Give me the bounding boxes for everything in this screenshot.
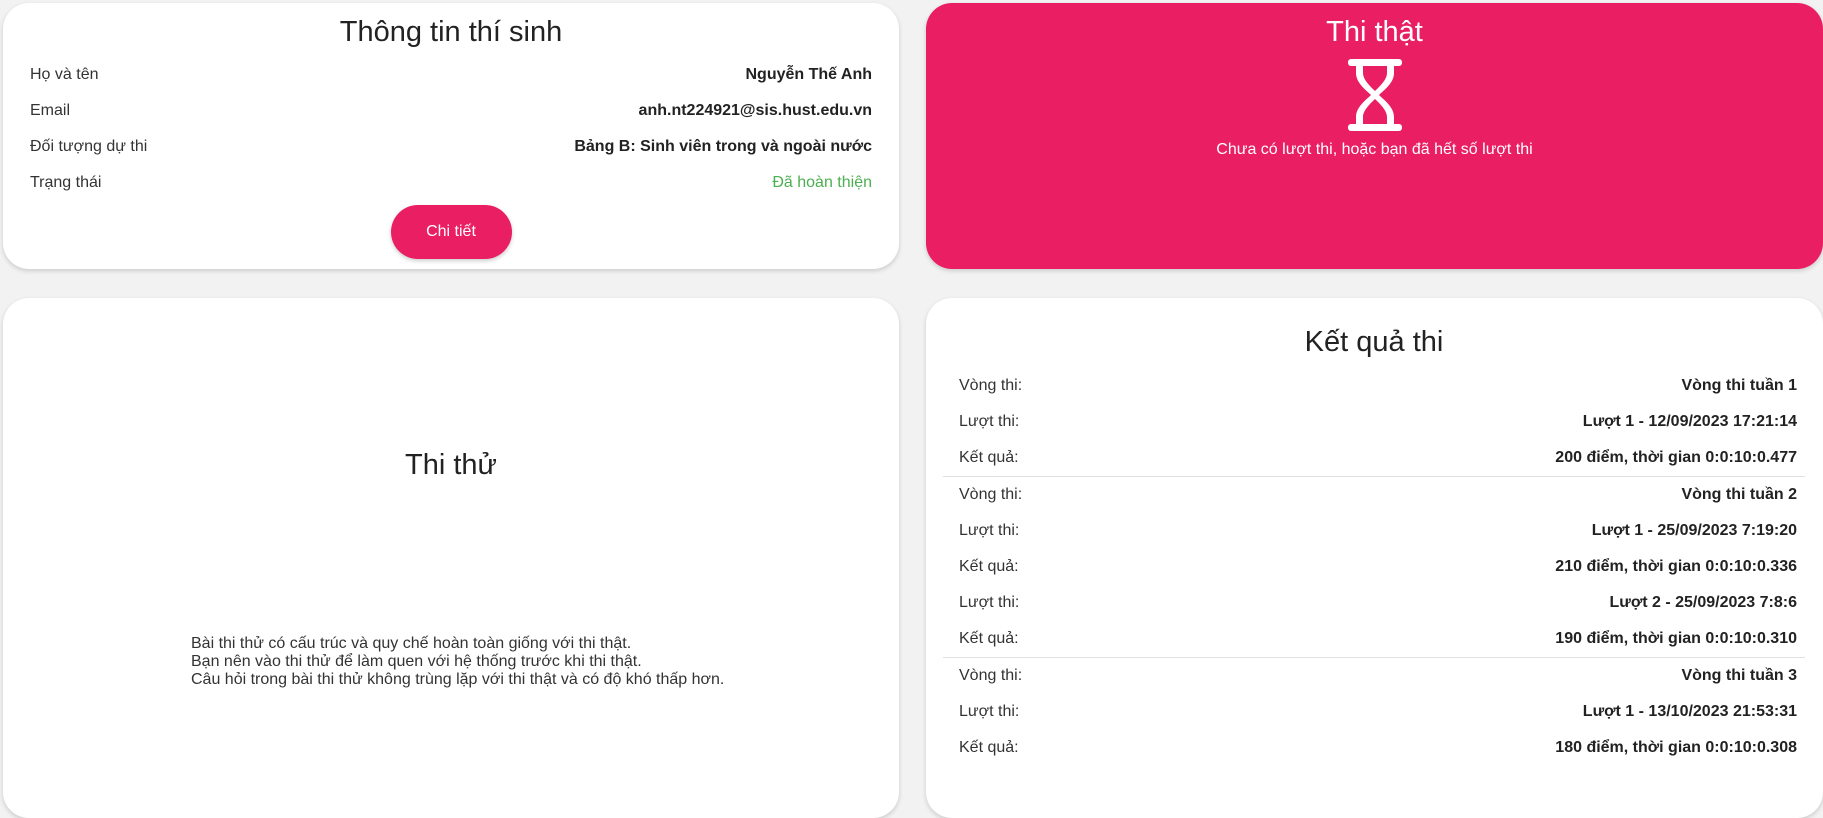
real-exam-card[interactable]: Thi thật Chưa có lượt thi, hoặc bạn đã h… — [926, 3, 1823, 269]
result-row-score: Kết quả: 190 điểm, thời gian 0:0:10:0.31… — [951, 621, 1805, 657]
result-row-round: Vòng thi: Vòng thi tuần 3 — [951, 658, 1805, 694]
result-row-score: Kết quả: 200 điểm, thời gian 0:0:10:0.47… — [951, 440, 1805, 476]
info-value-category: Bảng B: Sinh viên trong và ngoài nước — [574, 138, 872, 155]
info-row-name: Họ và tên Nguyễn Thế Anh — [30, 57, 872, 93]
result-value: 200 điểm, thời gian 0:0:10:0.477 — [1555, 449, 1797, 466]
attempt-label: Lượt thi: — [959, 413, 1020, 430]
trial-exam-description: Bài thi thử có cấu trúc và quy chế hoàn … — [191, 635, 724, 689]
result-row-score: Kết quả: 180 điểm, thời gian 0:0:10:0.30… — [951, 730, 1805, 766]
round-value: Vòng thi tuần 2 — [1681, 486, 1797, 503]
round-value: Vòng thi tuần 1 — [1681, 377, 1797, 394]
trial-exam-line: Câu hỏi trong bài thi thử không trùng lặ… — [191, 671, 725, 688]
info-row-email: Email anh.nt224921@sis.hust.edu.vn — [30, 93, 872, 129]
exam-results-card: Kết quả thi Vòng thi: Vòng thi tuần 1 Lư… — [926, 298, 1823, 818]
attempt-value: Lượt 1 - 13/10/2023 21:53:31 — [1582, 703, 1797, 720]
round-value: Vòng thi tuần 3 — [1681, 667, 1797, 684]
info-value-email: anh.nt224921@sis.hust.edu.vn — [638, 102, 872, 119]
real-exam-message: Chưa có lượt thi, hoặc bạn đã hết số lượ… — [1216, 141, 1533, 158]
result-value: 180 điểm, thời gian 0:0:10:0.308 — [1555, 739, 1797, 756]
trial-exam-title: Thi thử — [405, 449, 497, 481]
info-row-status: Trạng thái Đã hoàn thiện — [30, 165, 872, 201]
detail-button[interactable]: Chi tiết — [390, 205, 512, 259]
result-row-round: Vòng thi: Vòng thi tuần 2 — [951, 477, 1805, 513]
exam-results-title: Kết quả thi — [1304, 326, 1444, 358]
candidate-info-card: Thông tin thí sinh Họ và tên Nguyễn Thế … — [3, 3, 899, 269]
info-label-status: Trạng thái — [30, 174, 102, 191]
attempt-label: Lượt thi: — [959, 522, 1020, 539]
round-label: Vòng thi: — [959, 377, 1023, 394]
result-row-round: Vòng thi: Vòng thi tuần 1 — [951, 368, 1805, 404]
hourglass-icon — [1347, 59, 1402, 131]
result-group: Vòng thi: Vòng thi tuần 3 Lượt thi: Lượt… — [943, 658, 1805, 766]
round-label: Vòng thi: — [959, 486, 1023, 503]
result-value: 190 điểm, thời gian 0:0:10:0.310 — [1555, 630, 1797, 647]
result-label: Kết quả: — [959, 739, 1019, 756]
result-label: Kết quả: — [959, 630, 1019, 647]
result-group: Vòng thi: Vòng thi tuần 1 Lượt thi: Lượt… — [943, 368, 1805, 477]
result-value: 210 điểm, thời gian 0:0:10:0.336 — [1555, 558, 1797, 575]
result-group: Vòng thi: Vòng thi tuần 2 Lượt thi: Lượt… — [943, 477, 1805, 658]
result-row-attempt: Lượt thi: Lượt 1 - 25/09/2023 7:19:20 — [951, 513, 1805, 549]
candidate-info-title: Thông tin thí sinh — [339, 16, 563, 48]
result-row-attempt: Lượt thi: Lượt 1 - 13/10/2023 21:53:31 — [951, 694, 1805, 730]
info-row-category: Đối tượng dự thi Bảng B: Sinh viên trong… — [30, 129, 872, 165]
trial-exam-line: Bài thi thử có cấu trúc và quy chế hoàn … — [191, 635, 632, 652]
attempt-value: Lượt 1 - 25/09/2023 7:19:20 — [1591, 522, 1797, 539]
info-label-name: Họ và tên — [30, 66, 99, 83]
attempt-value: Lượt 2 - 25/09/2023 7:8:6 — [1609, 594, 1798, 611]
trial-exam-line: Bạn nên vào thi thử để làm quen với hệ t… — [191, 653, 642, 670]
attempt-value: Lượt 1 - 12/09/2023 17:21:14 — [1582, 413, 1797, 430]
info-label-category: Đối tượng dự thi — [30, 138, 148, 155]
info-label-email: Email — [30, 102, 71, 119]
attempt-label: Lượt thi: — [959, 703, 1020, 720]
result-label: Kết quả: — [959, 449, 1019, 466]
result-row-score: Kết quả: 210 điểm, thời gian 0:0:10:0.33… — [951, 549, 1805, 585]
result-row-attempt: Lượt thi: Lượt 1 - 12/09/2023 17:21:14 — [951, 404, 1805, 440]
round-label: Vòng thi: — [959, 667, 1023, 684]
info-value-name: Nguyễn Thế Anh — [745, 66, 872, 83]
real-exam-title: Thi thật — [1326, 16, 1423, 48]
result-row-attempt: Lượt thi: Lượt 2 - 25/09/2023 7:8:6 — [951, 585, 1805, 621]
trial-exam-card[interactable]: Thi thử Bài thi thử có cấu trúc và quy c… — [3, 298, 899, 818]
status-badge: Đã hoàn thiện — [772, 174, 872, 191]
attempt-label: Lượt thi: — [959, 594, 1020, 611]
result-label: Kết quả: — [959, 558, 1019, 575]
